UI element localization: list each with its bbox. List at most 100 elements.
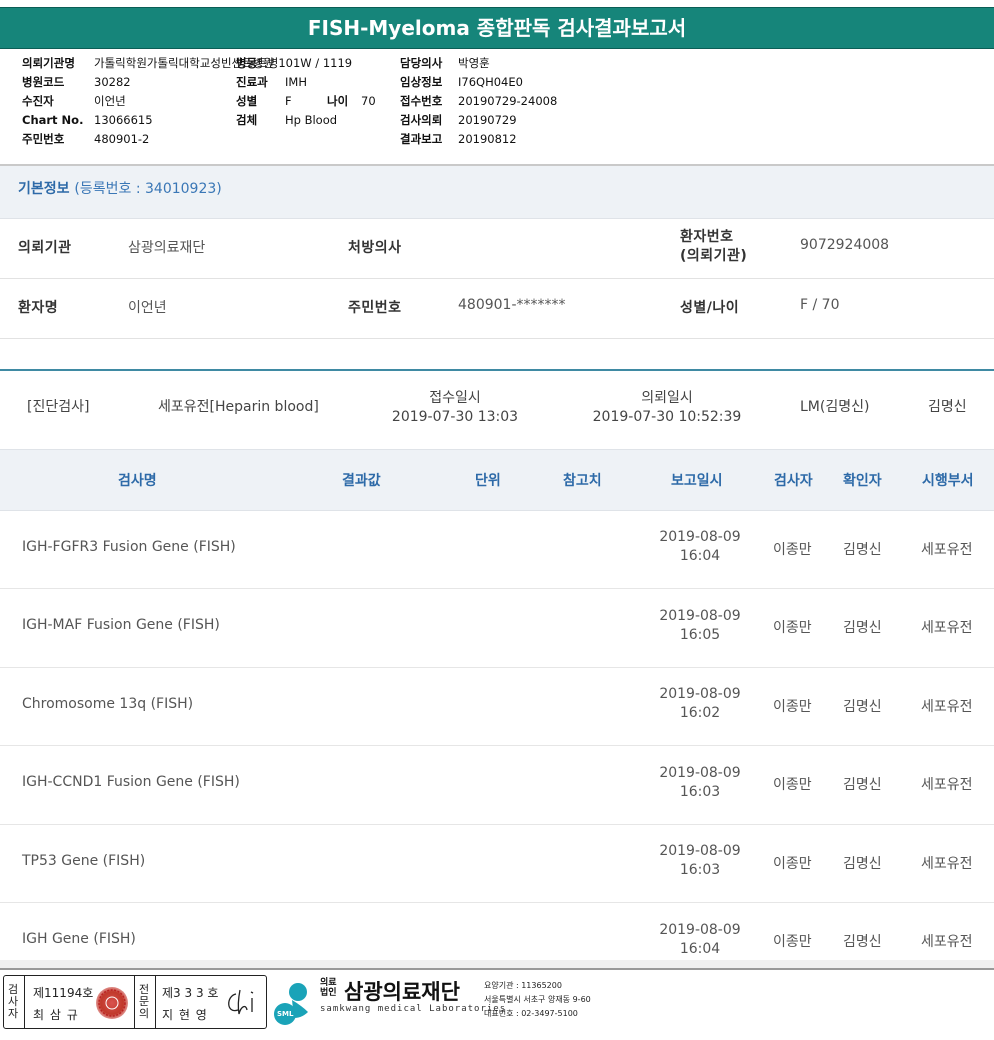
report-time: 16:03 (679, 784, 721, 800)
report-datetime: 2019-08-09 16:05 (650, 607, 750, 645)
sex-key: 성별 (236, 94, 258, 108)
registration-number: (등록번호 : 34010923) (74, 181, 222, 197)
basic-info-title: 기본정보 (등록번호 : 34010923) (18, 178, 222, 198)
header-key: 검사의뢰 (400, 113, 443, 127)
header-value: 20190729-24008 (458, 94, 558, 108)
table-row: IGH Gene (FISH) 2019-08-09 16:04 이종만 김명신 … (0, 903, 994, 960)
basic-info-row-2: 환자명 이언년 주민번호 480901-******* 성별/나이 F / 70 (0, 278, 994, 339)
rrn-value: 480901-******* (458, 297, 566, 313)
col-unit: 단위 (475, 473, 501, 489)
requested-datetime: 의뢰일시 2019-07-30 10:52:39 (582, 389, 752, 427)
test-name: IGH-FGFR3 Fusion Gene (FISH) (22, 539, 236, 555)
header-value: 20190729 (458, 113, 517, 127)
patient-name-label: 환자명 (18, 300, 59, 316)
tester: 이종만 (773, 777, 812, 793)
specialist-vertical-label: 전 문 의 (137, 984, 151, 1020)
department: 세포유전 (921, 777, 973, 793)
sex-age-value: F / 70 (800, 297, 840, 313)
header-value: 480901-2 (94, 132, 150, 146)
logo-small-text: 의료 법인 (320, 978, 337, 998)
header-row: 주민번호 480901-2 (22, 130, 274, 149)
table-row: Chromosome 13q (FISH) 2019-08-09 16:02 이종… (0, 667, 994, 746)
dept-value: IMH (285, 75, 307, 89)
department: 세포유전 (921, 542, 973, 558)
header-row: 검체 Hp Blood (236, 111, 376, 130)
age-key: 나이 (327, 94, 349, 108)
report-datetime: 2019-08-09 16:03 (650, 842, 750, 880)
header-row: 성별 F 나이 70 (236, 92, 376, 111)
report-time: 16:05 (679, 627, 721, 643)
col-report-datetime: 보고일시 (671, 473, 723, 489)
specimen-key: 검체 (236, 113, 258, 127)
header-value: 20190812 (458, 132, 517, 146)
checker: 김명신 (843, 777, 882, 793)
signature-box: 검 사 자 제11194호 최 삼 규 전 문 의 제3 3 3 호 지 현 영 (3, 975, 267, 1029)
col-result: 결과값 (342, 473, 381, 489)
patient-no-value: 9072924008 (800, 237, 890, 253)
test-name: TP53 Gene (FISH) (22, 853, 146, 869)
test-name: IGH-CCND1 Fusion Gene (FISH) (22, 774, 240, 790)
report-datetime: 2019-08-09 16:04 (650, 528, 750, 566)
report-date: 2019-08-09 (659, 529, 741, 545)
v-char: 의 (138, 1007, 150, 1020)
test-name: Chromosome 13q (FISH) (22, 696, 194, 712)
report-date: 2019-08-09 (659, 686, 741, 702)
contact-institution-code: 요양기관 : 11365200 (484, 981, 562, 990)
test-name: IGH Gene (FISH) (22, 931, 136, 947)
header-key: 수진자 (22, 94, 54, 108)
patient-no-label-line1: 환자번호 (680, 229, 734, 245)
report-datetime: 2019-08-09 16:04 (650, 921, 750, 959)
box-divider (155, 976, 156, 1028)
received-value: 2019-07-30 13:03 (391, 409, 519, 425)
header-key: Chart No. (22, 113, 84, 127)
inspector-seal-icon (96, 987, 128, 1019)
header-key: 접수번호 (400, 94, 443, 108)
header-row: 진료과 IMH (236, 73, 376, 92)
tester: 이종만 (773, 620, 812, 636)
patient-no-label: 환자번호 (의뢰기관) (680, 228, 747, 266)
institution-value: 삼광의료재단 (128, 240, 206, 256)
basic-info-header: 기본정보 (등록번호 : 34010923) (0, 166, 994, 219)
tester: 이종만 (773, 934, 812, 950)
tester: 이종만 (773, 856, 812, 872)
table-row: IGH-CCND1 Fusion Gene (FISH) 2019-08-09 1… (0, 746, 994, 825)
results-table-header: 검사명 결과값 단위 참고치 보고일시 검사자 확인자 시행부서 (0, 449, 994, 511)
header-value: I76QH04E0 (458, 75, 523, 89)
table-row: TP53 Gene (FISH) 2019-08-09 16:03 이종만 김명신… (0, 824, 994, 903)
specimen-value: Hp Blood (285, 113, 338, 127)
checker: 김명신 (843, 542, 882, 558)
lm-name: LM(김명신) (800, 399, 870, 415)
header-row: 접수번호 20190729-24008 (400, 92, 557, 111)
pathologist-name: 김명신 (928, 399, 967, 415)
company-name-english: samkwang medical Laboratories (320, 1004, 507, 1014)
checker: 김명신 (843, 934, 882, 950)
patient-no-label-line2: (의뢰기관) (680, 248, 748, 264)
doctor-label: 처방의사 (348, 240, 402, 256)
department: 세포유전 (921, 699, 973, 715)
header-key: 담당의사 (400, 56, 443, 70)
report-date: 2019-08-09 (659, 922, 741, 938)
logo-circle-text: SML (277, 1010, 294, 1018)
header-value: 13066615 (94, 113, 153, 127)
header-key: 결과보고 (400, 132, 443, 146)
requested-label: 의뢰일시 (641, 390, 693, 406)
ward-value: 트병101W / 1119 (257, 56, 353, 70)
header-col3: 담당의사 박영훈 임상정보 I76QH04E0 접수번호 20190729-24008… (400, 54, 557, 149)
specialist-license: 제3 3 3 호 (162, 986, 219, 1000)
requested-value: 2019-07-30 10:52:39 (592, 409, 742, 425)
diagnosis-dept: 세포유전[Heparin blood] (158, 399, 319, 415)
header-ward: 병동트병101W / 1119 (236, 54, 352, 73)
header-row: 임상정보 I76QH04E0 (400, 73, 557, 92)
report-date: 2019-08-09 (659, 608, 741, 624)
report-time: 16:04 (679, 941, 721, 957)
contact-phone: 대표번호 : 02-3497-5100 (484, 1009, 578, 1018)
box-divider (134, 976, 135, 1028)
basic-info-label: 기본정보 (18, 181, 70, 197)
header-value: 박영훈 (458, 56, 490, 70)
patient-name-value: 이언년 (128, 300, 167, 316)
header-row: 결과보고 20190812 (400, 130, 557, 149)
report-date: 2019-08-09 (659, 765, 741, 781)
dept-key: 진료과 (236, 75, 268, 89)
header-value: 30282 (94, 75, 131, 89)
institution-label: 의뢰기관 (18, 240, 72, 256)
